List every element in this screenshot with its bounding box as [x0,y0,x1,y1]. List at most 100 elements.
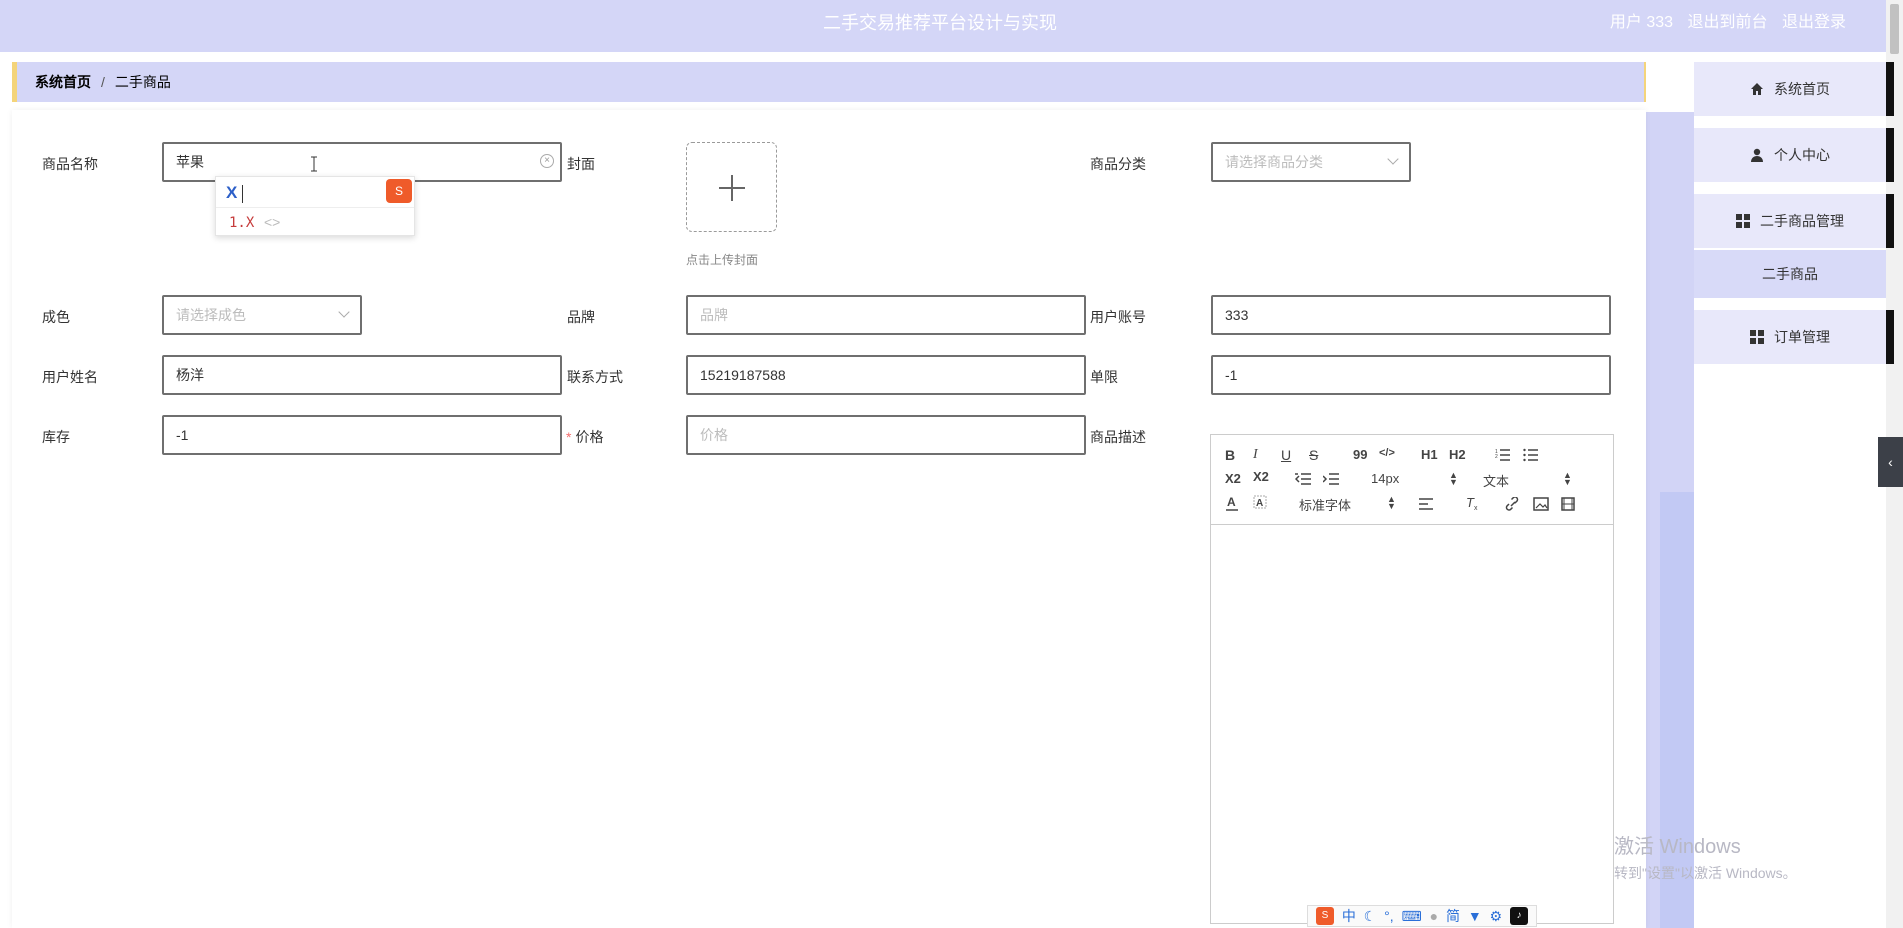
ime-status-bar: S 中 ☾ °, ⌨ ● 简 ▼ ⚙ ♪ [1307,905,1537,927]
account-label: 用户账号 [1090,309,1146,325]
sidebar-item-profile[interactable]: 个人中心 [1694,128,1894,182]
link-icon[interactable] [1505,497,1521,511]
username-label: 用户姓名 [42,369,98,385]
text-type-arrows-icon: ▲ ▼ [1563,470,1572,487]
strikethrough-button[interactable]: S [1309,447,1318,463]
clear-icon[interactable]: × [540,154,554,168]
rich-text-editor[interactable]: B I U S 99 </> H1 H2 12 X2 X2 14px ▲ ▼ 文本… [1210,434,1614,924]
user-area: 用户 333 退出到前台 退出登录 [1600,0,1846,46]
sidebar-item-orders[interactable]: 订单管理 [1694,310,1894,364]
category-label: 商品分类 [1090,156,1146,172]
sidebar: 系统首页 个人中心 二手商品管理 二手商品 订单管理 [1694,52,1894,928]
font-family-select[interactable]: 标准字体 [1299,495,1351,514]
indent-icon[interactable] [1323,472,1339,486]
ime-logo-icon[interactable]: S [1315,907,1334,925]
bold-button[interactable]: B [1225,447,1235,463]
name-label: 商品名称 [42,156,98,172]
windows-activation-watermark: 激活 Windows 转到"设置"以激活 Windows。 [1614,836,1797,881]
image-icon[interactable] [1533,497,1549,511]
font-color-icon[interactable]: A [1225,495,1239,511]
limit-input[interactable]: -1 [1211,355,1611,395]
gear-icon[interactable]: ⚙ [1490,908,1503,925]
breadcrumb: 系统首页 / 二手商品 [12,62,1646,102]
text-type-select[interactable]: 文本 [1483,471,1509,490]
price-label: * 价格 [566,429,604,445]
italic-button[interactable]: I [1253,447,1258,463]
limit-label: 单限 [1090,369,1118,385]
ime-logo-icon: S [386,179,412,203]
cover-label: 封面 [567,156,595,172]
user-icon[interactable]: ● [1430,908,1438,924]
svg-text:2: 2 [1495,454,1498,460]
font-size-select[interactable]: 14px [1371,471,1399,486]
tiktok-icon[interactable]: ♪ [1509,907,1528,925]
keyboard-icon[interactable]: ⌨ [1402,908,1422,925]
brand-input[interactable]: 品牌 [686,295,1086,335]
user-label: 用户 333 [1609,14,1674,31]
ime-chinese-mode[interactable]: 中 [1342,906,1356,926]
font-family-arrows-icon: ▲ ▼ [1387,494,1396,511]
editor-toolbar: B I U S 99 </> H1 H2 12 X2 X2 14px ▲ ▼ 文本… [1211,435,1613,525]
ime-composition: X [226,183,238,202]
underline-button[interactable]: U [1281,447,1291,463]
outdent-icon[interactable] [1295,472,1311,486]
ordered-list-icon[interactable]: 12 [1495,448,1511,462]
background-color-icon[interactable]: A [1253,495,1267,511]
app-title: 二手交易推荐平台设计与实现 [823,13,1057,33]
bullet-list-icon[interactable] [1523,448,1539,462]
condition-select[interactable]: 请选择成色 [162,295,362,335]
breadcrumb-home[interactable]: 系统首页 [35,72,91,92]
chevron-down-icon [338,306,350,318]
top-header: 二手交易推荐平台设计与实现 用户 333 退出到前台 退出登录 [0,0,1886,52]
font-size-arrows-icon: ▲ ▼ [1449,470,1458,487]
required-mark: * [566,429,572,445]
back-to-front-link[interactable]: 退出到前台 [1688,14,1768,31]
sidebar-item-home[interactable]: 系统首页 [1694,62,1894,116]
name-input-value: 苹果 [176,154,204,170]
description-label: 商品描述 [1090,429,1146,445]
code-block-button[interactable]: </> [1379,447,1395,459]
heading1-button[interactable]: H1 [1421,447,1438,462]
condition-label: 成色 [42,309,70,325]
chevron-down-icon [1387,153,1399,165]
scrollbar-thumb[interactable] [1890,4,1899,54]
skin-icon[interactable]: ▼ [1468,908,1482,924]
breadcrumb-current: 二手商品 [114,74,171,90]
username-input[interactable]: 杨洋 [162,355,562,395]
account-input[interactable]: 333 [1211,295,1611,335]
moon-icon[interactable]: ☾ [1364,908,1377,925]
cover-upload-tip: 点击上传封面 [686,253,759,267]
contact-label: 联系方式 [567,369,623,385]
logout-link[interactable]: 退出登录 [1782,14,1846,31]
sidebar-item-product-management[interactable]: 二手商品管理 [1694,194,1894,248]
ime-simplified-mode[interactable]: 简 [1446,906,1460,926]
align-icon[interactable] [1419,497,1435,511]
video-icon[interactable] [1561,497,1577,511]
svg-text:A: A [1256,498,1263,509]
superscript-button[interactable]: X2 [1253,469,1269,484]
contact-input[interactable]: 15219187588 [686,355,1086,395]
blockquote-button[interactable]: 99 [1353,447,1367,462]
ime-candidate-popup: X S 1.X <> [215,176,415,236]
price-input[interactable]: 价格 [686,415,1086,455]
ime-page-nav[interactable]: <> [264,214,280,230]
subscript-button[interactable]: X2 [1225,471,1241,486]
grid-icon [1750,330,1764,344]
category-placeholder: 请选择商品分类 [1225,154,1323,170]
cover-upload[interactable] [686,142,777,232]
chevron-left-icon[interactable]: ‹ [1878,437,1903,487]
category-select[interactable]: 请选择商品分类 [1211,142,1411,182]
text-cursor-icon [311,156,317,172]
stock-input[interactable]: -1 [162,415,562,455]
home-icon [1751,83,1763,95]
breadcrumb-separator: / [101,74,105,90]
punctuation-icon[interactable]: °, [1384,908,1394,924]
condition-placeholder: 请选择成色 [176,307,246,323]
stock-label: 库存 [42,429,70,445]
ime-candidate[interactable]: 1.X [229,215,254,231]
brand-label: 品牌 [567,309,595,325]
heading2-button[interactable]: H2 [1449,447,1466,462]
clear-format-icon[interactable]: Tx [1465,495,1481,511]
svg-text:x: x [1474,505,1478,511]
sidebar-subitem-products[interactable]: 二手商品 [1694,250,1886,298]
